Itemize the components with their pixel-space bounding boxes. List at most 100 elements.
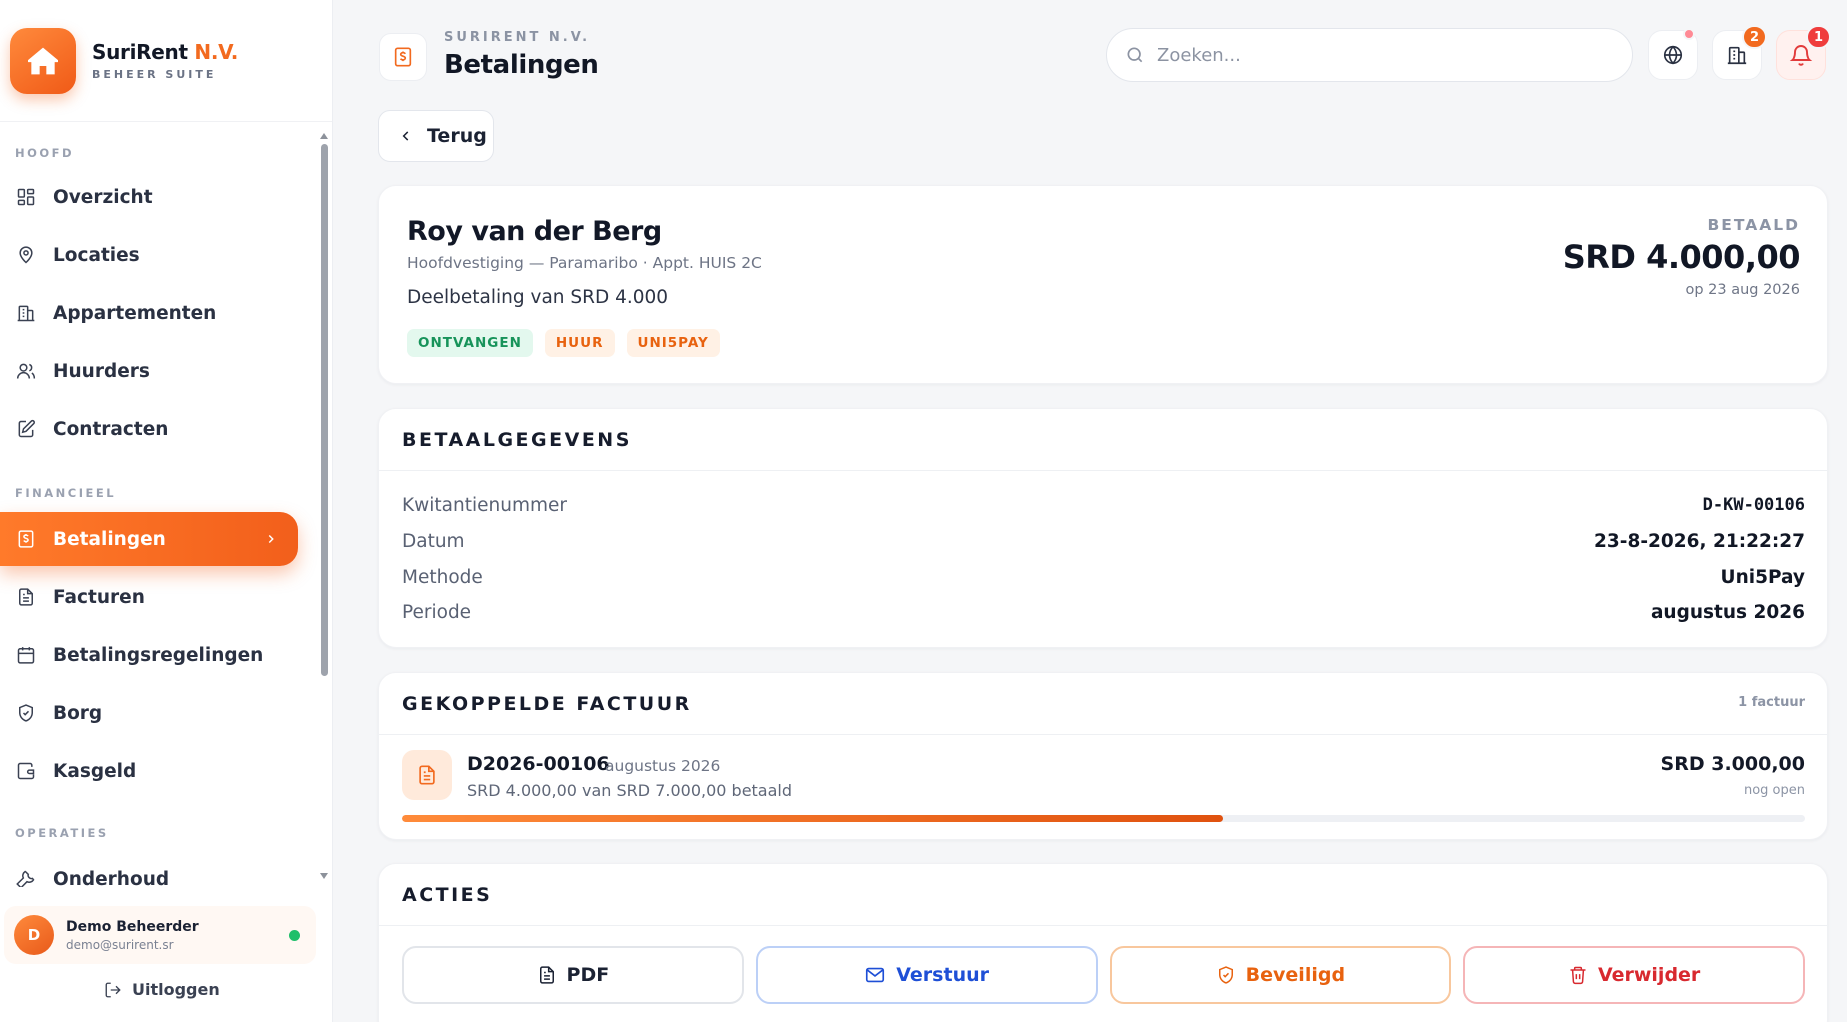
tenant-location: Hoofdvestiging — Paramaribo · Appt. HUIS… <box>407 254 762 272</box>
calendar-icon <box>15 644 37 666</box>
sidebar-item-betalingsregelingen[interactable]: Betalingsregelingen <box>0 628 298 682</box>
document-icon <box>15 586 37 608</box>
language-button[interactable] <box>1648 28 1698 80</box>
detail-value: augustus 2026 <box>1650 601 1805 623</box>
detail-row-receipt: Kwitantienummer D-KW-00106 <box>402 487 1805 523</box>
invoice-open-label: nog open <box>1743 783 1805 798</box>
globe-icon <box>1662 44 1684 66</box>
document-icon <box>402 750 452 800</box>
sidebar-item-betalingen[interactable]: Betalingen <box>0 512 298 566</box>
card-header: GEKOPPELDE FACTUUR 1 factuur <box>379 673 1827 735</box>
scroll-thumb[interactable] <box>321 144 328 676</box>
back-button[interactable]: Terug <box>378 110 494 162</box>
secured-button-label: Beveiligd <box>1245 964 1346 986</box>
detail-row-method: Methode Uni5Pay <box>402 559 1805 595</box>
card-header: ACTIES <box>379 864 1827 926</box>
user-name: Demo Beheerder <box>66 918 199 935</box>
sidebar-item-label: Facturen <box>53 586 145 608</box>
invoice-paid-text: SRD 4.000,00 van SRD 7.000,00 betaald <box>467 781 793 800</box>
linked-invoice-card: GEKOPPELDE FACTUUR 1 factuur D2026-00106… <box>378 672 1828 840</box>
grid-icon <box>15 186 37 208</box>
online-status-dot <box>289 930 300 941</box>
delete-button-label: Verwijder <box>1597 964 1701 986</box>
detail-label: Methode <box>402 566 483 588</box>
wrench-icon <box>15 868 37 887</box>
invoice-period: augustus 2026 <box>605 757 721 775</box>
buildings-button[interactable]: 2 <box>1712 25 1767 80</box>
tenant-name: Roy van der Berg <box>407 216 662 247</box>
pdf-button[interactable]: PDF <box>402 946 744 1004</box>
map-pin-icon <box>15 244 37 266</box>
search-bar[interactable] <box>1106 28 1633 82</box>
sidebar-item-kasgeld[interactable]: Kasgeld <box>0 744 298 798</box>
invoice-progress-bar <box>402 815 1805 822</box>
notifications-button[interactable]: 1 <box>1776 25 1831 80</box>
logout-icon <box>104 981 122 999</box>
search-input[interactable] <box>1157 44 1597 66</box>
logout-button[interactable]: Uitloggen <box>104 980 220 999</box>
nav-section-operaties: OPERATIES <box>15 826 109 840</box>
nav-section-financieel: FINANCIEEL <box>15 486 117 500</box>
sidebar: SuriRent N.V. BEHEER SUITE HOOFD Overzic… <box>0 0 333 1022</box>
document-icon <box>537 965 557 985</box>
logout-label: Uitloggen <box>132 980 220 999</box>
sidebar-item-label: Contracten <box>53 418 169 440</box>
send-button[interactable]: Verstuur <box>755 946 1098 1004</box>
brand-name: SuriRent N.V. <box>92 40 239 64</box>
users-icon <box>15 360 37 382</box>
detail-value: 23-8-2026, 21:22:27 <box>1594 530 1805 552</box>
sidebar-nav: HOOFD Overzicht Locaties Appartementen H… <box>0 122 333 887</box>
payment-details-card: BETAALGEGEVENS Kwitantienummer D-KW-0010… <box>378 408 1828 648</box>
user-card[interactable]: D Demo Beheerder demo@surirent.sr <box>4 906 316 964</box>
sidebar-item-label: Locaties <box>53 244 140 266</box>
shield-check-icon <box>1216 965 1236 985</box>
buildings-badge: 2 <box>1741 25 1767 49</box>
chevron-right-icon <box>264 532 278 546</box>
bell-icon <box>1789 43 1813 67</box>
status-badge: ONTVANGEN <box>407 329 533 357</box>
card-title: BETAALGEGEVENS <box>402 428 632 451</box>
scroll-down-arrow-icon[interactable] <box>320 872 328 880</box>
scroll-up-arrow-icon[interactable] <box>320 132 328 140</box>
edit-document-icon <box>15 418 37 440</box>
sidebar-item-label: Overzicht <box>53 186 153 208</box>
send-button-label: Verstuur <box>896 964 989 986</box>
sidebar-item-locaties[interactable]: Locaties <box>0 228 298 282</box>
sidebar-item-overzicht[interactable]: Overzicht <box>0 170 298 224</box>
pdf-button-label: PDF <box>566 964 610 986</box>
sidebar-item-huurders[interactable]: Huurders <box>0 344 298 398</box>
receipt-dollar-icon <box>15 528 37 550</box>
secured-button[interactable]: Beveiligd <box>1109 946 1452 1004</box>
avatar: D <box>14 915 54 955</box>
delete-button[interactable]: Verwijder <box>1463 946 1805 1004</box>
detail-value: Uni5Pay <box>1720 566 1805 588</box>
card-title: ACTIES <box>402 883 493 906</box>
shield-icon <box>15 702 37 724</box>
brand-subtitle: BEHEER SUITE <box>92 68 217 81</box>
detail-label: Kwitantienummer <box>402 494 567 516</box>
breadcrumb: SURIRENT N.V. <box>444 30 591 45</box>
sidebar-item-borg[interactable]: Borg <box>0 686 298 740</box>
invoice-number-link[interactable]: D2026-00106 <box>467 753 610 775</box>
sidebar-item-onderhoud[interactable]: Onderhoud <box>0 852 298 887</box>
sidebar-item-facturen[interactable]: Facturen <box>0 570 298 624</box>
sidebar-item-contracten[interactable]: Contracten <box>0 402 298 456</box>
user-email: demo@surirent.sr <box>66 937 174 952</box>
brand[interactable]: SuriRent N.V. BEHEER SUITE <box>0 0 332 122</box>
back-label: Terug <box>427 125 487 147</box>
actions-card: ACTIES PDF Verstuur Beveiligd Verwijder <box>378 863 1828 1022</box>
invoice-count: 1 factuur <box>1738 695 1805 710</box>
action-buttons: PDF Verstuur Beveiligd Verwijder <box>402 946 1805 1004</box>
sidebar-scrollbar[interactable] <box>320 132 328 892</box>
paid-status-label: BETAALD <box>1707 216 1800 234</box>
notifications-badge: 1 <box>1805 25 1831 49</box>
sidebar-item-label: Borg <box>53 702 103 724</box>
nav-section-hoofd: HOOFD <box>15 146 75 160</box>
search-icon <box>1125 45 1145 65</box>
trash-icon <box>1568 965 1588 985</box>
sidebar-item-label: Betalingen <box>53 528 166 550</box>
sidebar-item-appartementen[interactable]: Appartementen <box>0 286 298 340</box>
receipt-dollar-icon <box>379 33 427 81</box>
type-badge: HUUR <box>544 329 615 357</box>
sidebar-item-label: Kasgeld <box>53 760 137 782</box>
